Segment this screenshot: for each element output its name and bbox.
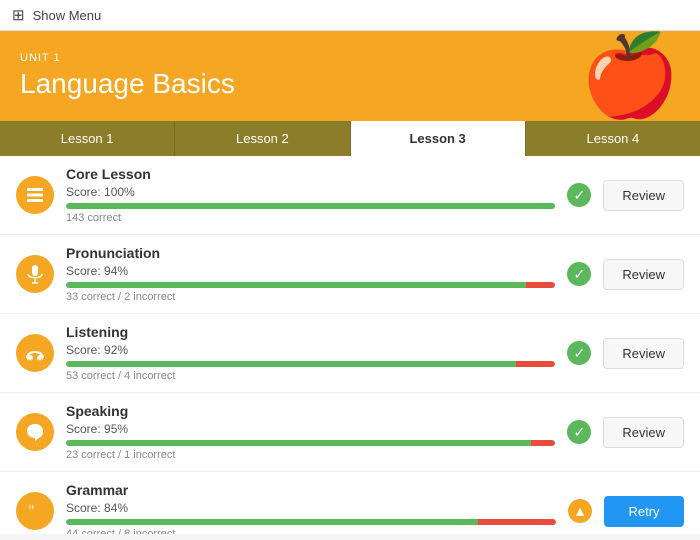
grammar-name: Grammar bbox=[66, 482, 556, 498]
table-row: Pronunciation Score: 94% 33 correct / 2 … bbox=[0, 235, 700, 314]
speaking-sub: 23 correct / 1 incorrect bbox=[66, 449, 555, 461]
speaking-status: ✓ bbox=[567, 420, 591, 444]
grammar-icon: " bbox=[16, 492, 54, 530]
speaking-score: Score: 95% bbox=[66, 422, 555, 436]
pronunciation-score: Score: 94% bbox=[66, 264, 555, 278]
lesson-list: Core Lesson Score: 100% 143 correct ✓ Re… bbox=[0, 156, 700, 534]
tab-lesson2[interactable]: Lesson 2 bbox=[175, 121, 350, 156]
grammar-status: ▲ bbox=[568, 499, 592, 523]
core-lesson-icon bbox=[16, 176, 54, 214]
speaking-info: Speaking Score: 95% 23 correct / 1 incor… bbox=[66, 403, 555, 461]
grammar-score: Score: 84% bbox=[66, 501, 556, 515]
grammar-progress bbox=[66, 519, 556, 525]
speaking-review-button[interactable]: Review bbox=[603, 417, 684, 448]
svg-text:": " bbox=[28, 503, 35, 520]
core-lesson-review-button[interactable]: Review bbox=[603, 180, 684, 211]
speaking-progress bbox=[66, 440, 555, 446]
grammar-sub: 44 correct / 8 incorrect bbox=[66, 528, 556, 534]
listening-review-button[interactable]: Review bbox=[603, 338, 684, 369]
pronunciation-info: Pronunciation Score: 94% 33 correct / 2 … bbox=[66, 245, 555, 303]
pronunciation-name: Pronunciation bbox=[66, 245, 555, 261]
speaking-name: Speaking bbox=[66, 403, 555, 419]
table-row: Core Lesson Score: 100% 143 correct ✓ Re… bbox=[0, 156, 700, 235]
listening-status: ✓ bbox=[567, 341, 591, 365]
pronunciation-review-button[interactable]: Review bbox=[603, 259, 684, 290]
core-lesson-status: ✓ bbox=[567, 183, 591, 207]
tab-lesson3[interactable]: Lesson 3 bbox=[351, 121, 526, 156]
pronunciation-icon bbox=[16, 255, 54, 293]
listening-score: Score: 92% bbox=[66, 343, 555, 357]
table-row: Listening Score: 92% 53 correct / 4 inco… bbox=[0, 314, 700, 393]
header: UNIT 1 Language Basics 🍎 bbox=[0, 31, 700, 121]
core-lesson-sub: 143 correct bbox=[66, 212, 555, 224]
core-lesson-progress bbox=[66, 203, 555, 209]
tab-lesson4[interactable]: Lesson 4 bbox=[526, 121, 700, 156]
table-row: Speaking Score: 95% 23 correct / 1 incor… bbox=[0, 393, 700, 472]
pronunciation-status: ✓ bbox=[567, 262, 591, 286]
pronunciation-progress bbox=[66, 282, 555, 288]
speaking-icon bbox=[16, 413, 54, 451]
listening-progress bbox=[66, 361, 555, 367]
listening-info: Listening Score: 92% 53 correct / 4 inco… bbox=[66, 324, 555, 382]
show-menu-label[interactable]: Show Menu bbox=[33, 8, 102, 23]
tabs: Lesson 1 Lesson 2 Lesson 3 Lesson 4 bbox=[0, 121, 700, 156]
top-bar: ⊞ Show Menu bbox=[0, 0, 700, 31]
grid-icon: ⊞ bbox=[12, 6, 25, 24]
tab-lesson1[interactable]: Lesson 1 bbox=[0, 121, 175, 156]
core-lesson-score: Score: 100% bbox=[66, 185, 555, 199]
table-row: " Grammar Score: 84% 44 correct / 8 inco… bbox=[0, 472, 700, 534]
apple-decoration: 🍎 bbox=[580, 36, 680, 116]
listening-icon bbox=[16, 334, 54, 372]
grammar-retry-button[interactable]: Retry bbox=[604, 496, 684, 527]
core-lesson-name: Core Lesson bbox=[66, 166, 555, 182]
listening-sub: 53 correct / 4 incorrect bbox=[66, 370, 555, 382]
pronunciation-sub: 33 correct / 2 incorrect bbox=[66, 291, 555, 303]
listening-name: Listening bbox=[66, 324, 555, 340]
grammar-info: Grammar Score: 84% 44 correct / 8 incorr… bbox=[66, 482, 556, 534]
core-lesson-info: Core Lesson Score: 100% 143 correct bbox=[66, 166, 555, 224]
